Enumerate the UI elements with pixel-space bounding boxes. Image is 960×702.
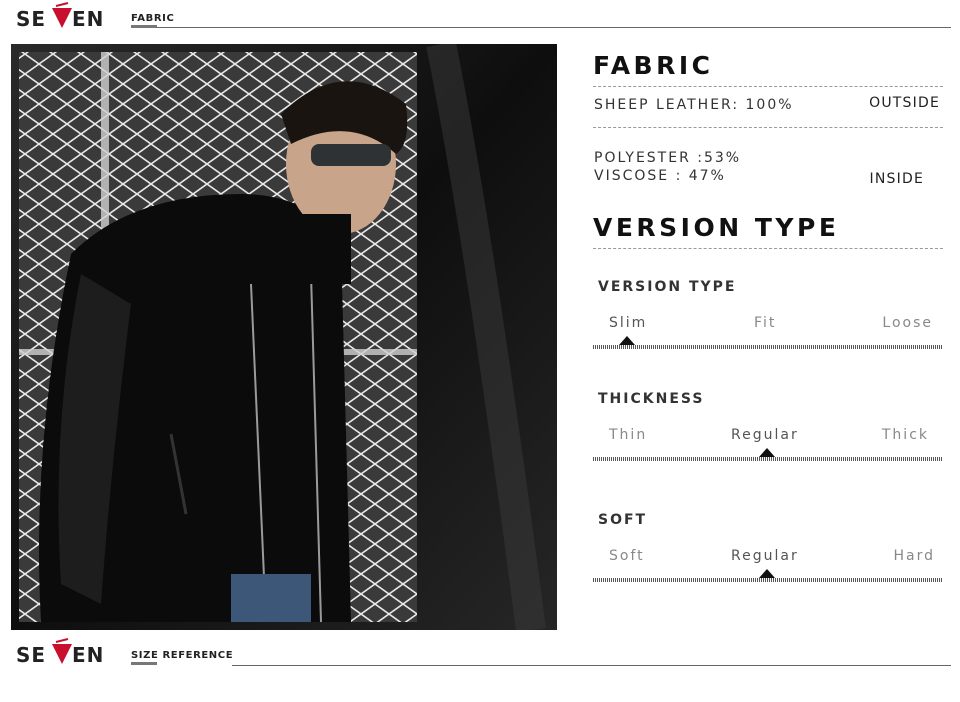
- page-footer: SE EN SIZE REFERENCE: [0, 636, 960, 676]
- triangle-marker-icon: [759, 569, 775, 578]
- version-title: VERSION TYPE: [593, 213, 840, 242]
- scale-title: VERSION TYPE: [598, 279, 737, 295]
- footer-section-bar: [131, 662, 157, 665]
- scale-track: [593, 345, 943, 349]
- scale-title: SOFT: [598, 512, 648, 528]
- scale-soft: SOFT Soft Regular Hard: [593, 512, 943, 612]
- scale-option-loose: Loose: [882, 315, 933, 331]
- spec-panel: FABRIC SHEEP LEATHER: 100% OUTSIDE POLYE…: [593, 50, 943, 612]
- fabric-outside-row: SHEEP LEATHER: 100% OUTSIDE: [593, 87, 943, 127]
- scale-options: Slim Fit Loose: [593, 315, 943, 335]
- header-section-label: FABRIC: [131, 13, 174, 28]
- footer-section-text: SIZE REFERENCE: [131, 650, 234, 661]
- fabric-inside-material-2: VISCOSE : 47%: [594, 168, 726, 184]
- product-photo: [11, 44, 557, 630]
- brand-logo: SE EN: [16, 638, 104, 664]
- footer-section-label: SIZE REFERENCE: [131, 650, 233, 665]
- brand-logo: SE EN: [16, 2, 104, 28]
- svg-text:SE: SE: [16, 643, 46, 664]
- scale-thickness: THICKNESS Thin Regular Thick: [593, 391, 943, 512]
- fabric-outside-material: SHEEP LEATHER: 100%: [594, 97, 794, 113]
- header-section-bar: [131, 25, 157, 28]
- scale-title: THICKNESS: [598, 391, 705, 407]
- triangle-marker-icon: [619, 336, 635, 345]
- scale-options: Thin Regular Thick: [593, 427, 943, 447]
- scale-option-slim: Slim: [609, 315, 648, 331]
- header-rule: [156, 27, 951, 28]
- svg-text:SE: SE: [16, 7, 46, 28]
- footer-rule: [232, 665, 951, 666]
- scale-option-fit: Fit: [754, 315, 777, 331]
- scale-option-hard: Hard: [893, 548, 935, 564]
- svg-text:EN: EN: [72, 7, 104, 28]
- page-header: SE EN FABRIC: [0, 0, 960, 30]
- product-photo-image: [11, 44, 557, 630]
- svg-text:EN: EN: [72, 643, 104, 664]
- scale-track: [593, 578, 943, 582]
- fabric-inside-row: POLYESTER :53% VISCOSE : 47% INSIDE: [593, 128, 943, 208]
- header-section-text: FABRIC: [131, 13, 175, 24]
- fabric-outside-label: OUTSIDE: [869, 95, 940, 111]
- scale-option-thick: Thick: [881, 427, 929, 443]
- scale-options: Soft Regular Hard: [593, 548, 943, 568]
- scale-option-regular: Regular: [731, 427, 799, 443]
- fabric-inside-material-1: POLYESTER :53%: [594, 150, 742, 166]
- scale-option-thin: Thin: [609, 427, 648, 443]
- fabric-inside-label: INSIDE: [869, 171, 924, 187]
- triangle-marker-icon: [759, 448, 775, 457]
- scale-track: [593, 457, 943, 461]
- scale-option-soft: Soft: [609, 548, 645, 564]
- scale-option-regular: Regular: [731, 548, 799, 564]
- fabric-title: FABRIC: [593, 51, 714, 80]
- scale-version-type: VERSION TYPE Slim Fit Loose: [593, 279, 943, 391]
